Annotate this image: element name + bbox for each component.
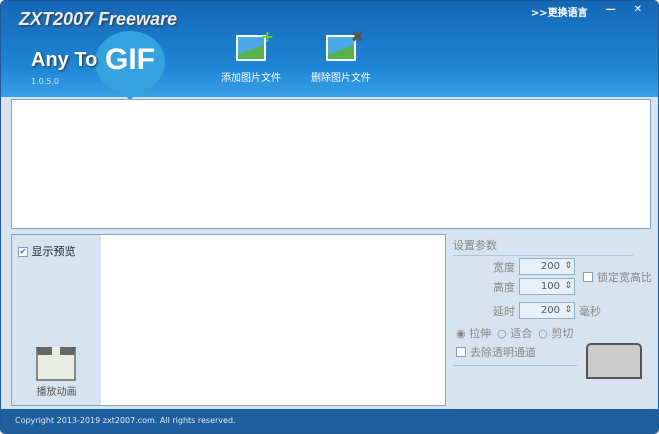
radio-stretch[interactable]: ◉ 拉伸	[456, 325, 491, 341]
preview-thumbnail-icon	[586, 343, 642, 379]
file-list[interactable]	[11, 99, 651, 229]
divider	[453, 365, 577, 366]
delay-label: 延时	[493, 304, 515, 318]
lock-ratio-checkbox[interactable]: 锁定宽高比	[583, 269, 652, 285]
check-icon: ✔	[18, 247, 28, 257]
add-image-icon: +	[236, 27, 274, 61]
close-button[interactable]: ✕	[628, 4, 648, 19]
settings-panel: 设置参数	[453, 237, 653, 256]
radio-fit[interactable]: ○ 适合	[497, 325, 532, 341]
change-language-button[interactable]: >>更换语言	[525, 4, 594, 19]
remove-image-button[interactable]: ✖ 删除图片文件	[301, 27, 381, 84]
add-image-button[interactable]: + 添加图片文件	[211, 27, 291, 84]
footer: Copyright 2013-2019 zxt2007.com. All rig…	[1, 409, 658, 433]
remove-alpha-label: 去除透明通道	[470, 346, 536, 359]
version: 1.0.5.0	[31, 77, 59, 86]
header: ZXT2007 Freeware GIF Any To 1.0.5.0 + 添加…	[1, 1, 658, 101]
app-window: ZXT2007 Freeware GIF Any To 1.0.5.0 + 添加…	[0, 0, 659, 434]
brand-title: ZXT2007 Freeware	[19, 9, 178, 29]
remove-image-label: 删除图片文件	[311, 73, 371, 84]
lock-ratio-label: 锁定宽高比	[597, 271, 652, 284]
show-preview-checkbox[interactable]: ✔ 显示预览	[18, 243, 76, 259]
delay-spinner[interactable]: 200	[519, 302, 575, 319]
any-to-label: Any To	[31, 49, 98, 71]
minimize-button[interactable]: —	[600, 4, 622, 19]
clapperboard-icon[interactable]	[36, 347, 76, 381]
delay-unit: 毫秒	[579, 304, 601, 318]
gif-logo: GIF	[95, 31, 165, 101]
show-preview-label: 显示预览	[31, 245, 76, 258]
remove-image-icon: ✖	[326, 27, 364, 61]
height-label: 高度	[493, 280, 515, 294]
width-spinner[interactable]: 200	[519, 258, 575, 275]
settings-title: 设置参数	[453, 237, 633, 256]
preview-panel: ✔ 显示预览 播放动画	[11, 234, 446, 406]
radio-crop[interactable]: ○ 剪切	[538, 325, 573, 341]
play-animation-button[interactable]: 播放动画	[12, 383, 101, 398]
height-spinner[interactable]: 100	[519, 278, 575, 295]
width-label: 宽度	[493, 260, 515, 274]
remove-alpha-checkbox[interactable]: 去除透明通道	[456, 344, 536, 360]
preview-sidebar: ✔ 显示预览 播放动画	[12, 235, 101, 405]
add-image-label: 添加图片文件	[221, 73, 281, 84]
